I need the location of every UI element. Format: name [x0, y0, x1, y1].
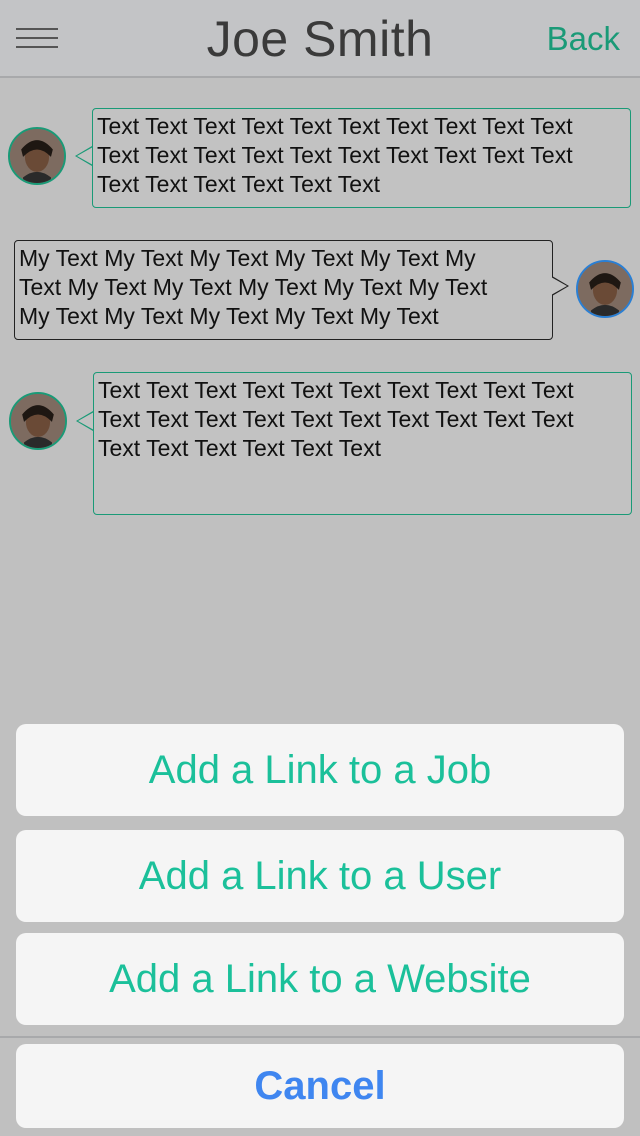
message-line: My Text My Text My Text My Text My Text …	[19, 245, 476, 271]
message-line: Text Text Text Text Text Text	[97, 171, 380, 197]
message-line: Text My Text My Text My Text My Text My …	[19, 274, 488, 300]
avatar-photo	[10, 129, 64, 183]
message-line: Text Text Text Text Text Text Text Text …	[98, 377, 574, 403]
contact-avatar[interactable]	[9, 392, 67, 450]
bubble-tail-fill	[78, 412, 94, 430]
add-job-link-button[interactable]: Add a Link to a Job	[16, 724, 624, 816]
user-avatar[interactable]	[576, 260, 634, 318]
message-line: Text Text Text Text Text Text Text Text …	[97, 113, 573, 139]
contact-avatar[interactable]	[8, 127, 66, 185]
add-user-link-button[interactable]: Add a Link to a User	[16, 830, 624, 922]
message-bubble: My Text My Text My Text My Text My Text …	[14, 240, 553, 340]
message-bubble: Text Text Text Text Text Text Text Text …	[93, 372, 632, 515]
back-button[interactable]: Back	[547, 20, 620, 58]
message-line: Text Text Text Text Text Text	[98, 435, 381, 461]
message-line: My Text My Text My Text My Text My Text	[19, 303, 439, 329]
nav-bar: Joe Smith Back	[0, 0, 640, 78]
message-line: Text Text Text Text Text Text Text Text …	[98, 406, 574, 432]
message-line: Text Text Text Text Text Text Text Text …	[97, 142, 573, 168]
bubble-tail-fill	[551, 277, 567, 295]
bubble-tail-fill	[77, 147, 93, 165]
avatar-photo	[11, 394, 65, 448]
cancel-button[interactable]: Cancel	[16, 1044, 624, 1128]
page-title: Joe Smith	[206, 11, 434, 67]
add-website-link-button[interactable]: Add a Link to a Website	[16, 933, 624, 1025]
divider	[0, 1036, 640, 1038]
avatar-photo	[578, 262, 632, 316]
message-bubble: Text Text Text Text Text Text Text Text …	[92, 108, 631, 208]
